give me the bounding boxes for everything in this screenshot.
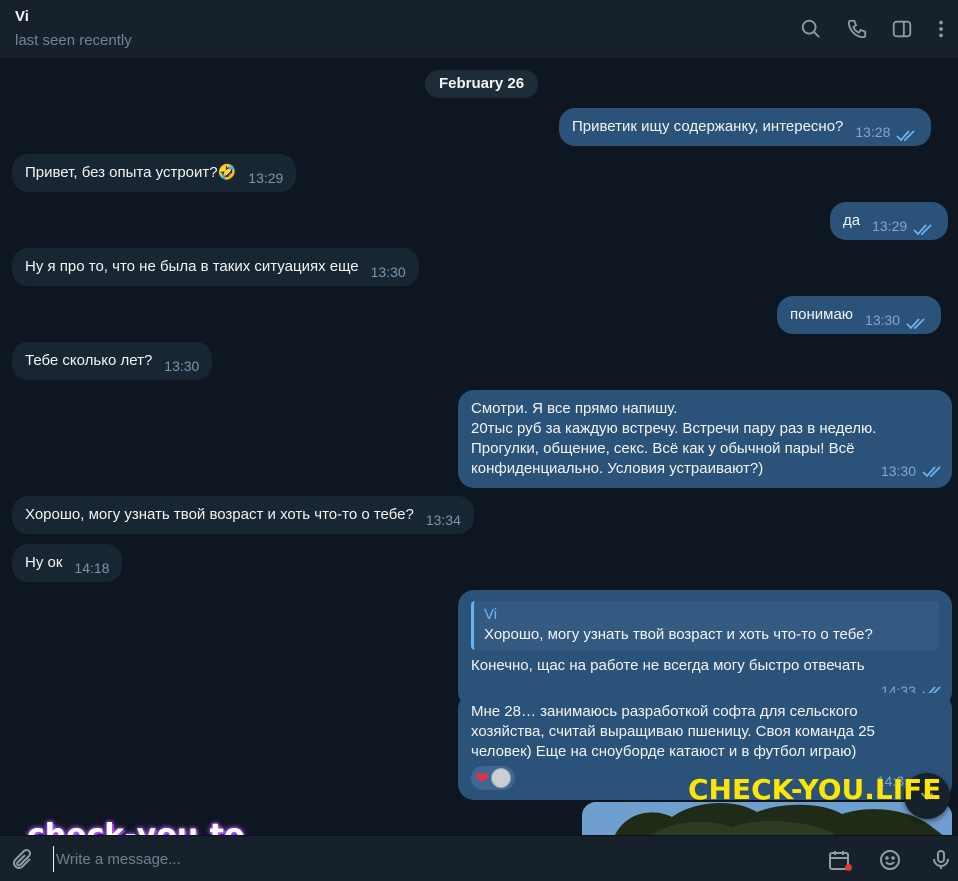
search-icon[interactable] [799, 17, 823, 41]
sidebar-toggle-icon[interactable] [890, 17, 914, 41]
contact-status: last seen recently [15, 32, 132, 49]
message-time: 13:30 [865, 312, 901, 328]
message-text: да [843, 212, 861, 229]
message-text: Конечно, щас на работе не всегда могу бы… [471, 657, 865, 674]
phone-icon[interactable] [845, 17, 869, 41]
microphone-icon[interactable] [928, 847, 954, 873]
read-check-icon [896, 128, 918, 142]
message-incoming[interactable]: Привет, без опыта устроит?🤣 13:29 [12, 154, 297, 192]
message-incoming[interactable]: Ну ок 14:18 [12, 544, 123, 582]
message-text: Ну я про то, что не была в таких ситуаци… [25, 258, 359, 275]
contact-name[interactable]: Vi [15, 8, 29, 25]
message-time: 13:29 [248, 170, 284, 186]
message-time: 13:34 [425, 512, 461, 528]
more-vertical-icon[interactable] [929, 17, 953, 41]
read-check-icon [906, 316, 928, 330]
schedule-icon[interactable] [826, 847, 852, 873]
message-outgoing[interactable]: да 13:29 [830, 202, 949, 240]
message-text: Тебе сколько лет? [25, 352, 153, 369]
message-incoming[interactable]: Хорошо, могу узнать твой возраст и хоть … [12, 496, 474, 534]
emoji-icon[interactable] [877, 847, 903, 873]
watermark-top: CHECK-YOU.LIFE [688, 773, 942, 806]
message-outgoing[interactable]: Смотри. Я все прямо напишу. 20тыс руб за… [458, 390, 952, 488]
heart-icon: ❤ [475, 768, 490, 788]
read-check-icon [922, 464, 944, 478]
message-time: 14:18 [74, 560, 110, 576]
message-time: 13:30 [370, 264, 406, 280]
message-incoming[interactable]: Ну я про то, что не была в таких ситуаци… [12, 248, 419, 286]
message-time: 13:30 [164, 358, 200, 374]
photo-message[interactable] [582, 802, 952, 835]
message-input[interactable] [53, 846, 793, 872]
reply-author: Vi [484, 606, 498, 623]
notification-dot [845, 864, 852, 871]
message-text: Хорошо, могу узнать твой возраст и хоть … [25, 506, 414, 523]
message-text: понимаю [790, 306, 854, 323]
message-list[interactable]: February 26 Приветик ищу содержанку, инт… [0, 60, 958, 835]
avatar [491, 768, 512, 788]
attach-icon[interactable] [9, 847, 35, 873]
message-incoming[interactable]: Тебе сколько лет? 13:30 [12, 342, 213, 380]
read-check-icon [913, 222, 935, 236]
message-time: 13:28 [855, 124, 891, 140]
message-time: 13:30 [880, 463, 916, 479]
reply-quote[interactable]: Vi Хорошо, могу узнать твой возраст и хо… [471, 601, 939, 650]
reply-text: Хорошо, могу узнать твой возраст и хоть … [484, 626, 873, 643]
message-text: Ну ок [25, 554, 63, 571]
message-composer [0, 835, 958, 881]
chat-header: Vi last seen recently [0, 0, 958, 59]
reaction-heart[interactable]: ❤ [471, 766, 516, 790]
message-text: Привет, без опыта устроит?🤣 [25, 164, 237, 181]
watermark-bottom: check-you.to [27, 818, 245, 835]
message-text: Мне 28… занимаюсь разработкой софта для … [471, 703, 875, 760]
message-time: 13:29 [872, 218, 908, 234]
message-outgoing[interactable]: понимаю 13:30 [777, 296, 942, 334]
message-text: Приветик ищу содержанку, интересно? [572, 118, 844, 135]
date-separator: February 26 [425, 70, 539, 98]
message-outgoing[interactable]: Приветик ищу содержанку, интересно? 13:28 [559, 108, 932, 146]
message-outgoing-reply[interactable]: Vi Хорошо, могу узнать твой возраст и хо… [458, 590, 952, 708]
